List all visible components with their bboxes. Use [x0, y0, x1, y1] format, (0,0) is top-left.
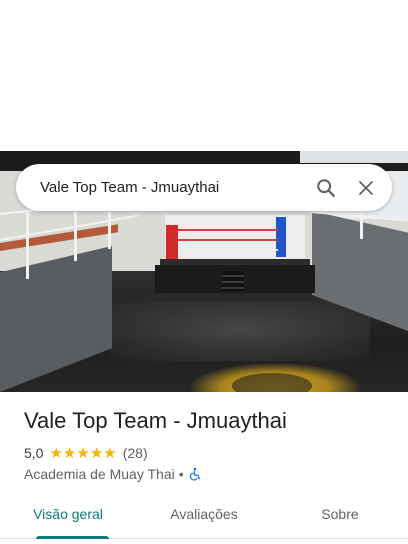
photo-railing-post: [26, 209, 29, 279]
separator-dot: •: [178, 466, 184, 482]
tab-bar: Visão geral Avaliações Sobre: [0, 496, 408, 539]
close-button[interactable]: [346, 168, 386, 208]
photo-ring-rope: [178, 249, 278, 251]
category-row: Academia de Muay Thai •: [24, 465, 202, 483]
photo-ring-rope: [178, 239, 278, 241]
star-icon: ★: [76, 444, 90, 462]
star-icon: ★: [103, 444, 117, 462]
tab-label: Visão geral: [33, 506, 103, 522]
place-category: Academia de Muay Thai: [24, 466, 175, 482]
tab-overview[interactable]: Visão geral: [0, 496, 136, 539]
photo-ring-stairs: [222, 271, 244, 291]
place-title: Vale Top Team - Jmuaythai: [24, 408, 287, 433]
photo-railing-post: [360, 209, 363, 239]
rating-row[interactable]: 5,0 ★ ★ ★ ★ ★ (28): [24, 444, 148, 462]
wheelchair-icon: [189, 467, 200, 481]
star-rating: ★ ★ ★ ★ ★: [49, 446, 116, 461]
star-icon: ★: [89, 444, 104, 462]
photo-floor-sheen: [110, 301, 370, 361]
photo-floor-logo-center: [232, 373, 312, 392]
rating-value: 5,0: [24, 445, 44, 461]
star-icon: ★: [49, 444, 63, 462]
close-icon: [359, 180, 373, 195]
star-icon: ★: [62, 444, 77, 462]
photo-ring-red-corner: [166, 225, 178, 261]
photo-ring-rope: [178, 229, 278, 231]
tab-label: Sobre: [321, 506, 359, 522]
tab-label: Avaliações: [170, 506, 238, 522]
search-icon: [317, 178, 335, 197]
active-tab-indicator: [36, 536, 109, 539]
search-button[interactable]: [306, 168, 346, 208]
tab-reviews[interactable]: Avaliações: [136, 496, 272, 538]
tab-about[interactable]: Sobre: [272, 496, 408, 538]
search-input[interactable]: Vale Top Team - Jmuaythai: [40, 179, 306, 196]
search-bar[interactable]: Vale Top Team - Jmuaythai: [16, 164, 392, 211]
photo-railing-post: [74, 205, 77, 261]
photo-ceiling-light: [300, 151, 408, 163]
photo-ring-blue-corner: [276, 217, 286, 257]
review-count[interactable]: (28): [123, 445, 148, 461]
